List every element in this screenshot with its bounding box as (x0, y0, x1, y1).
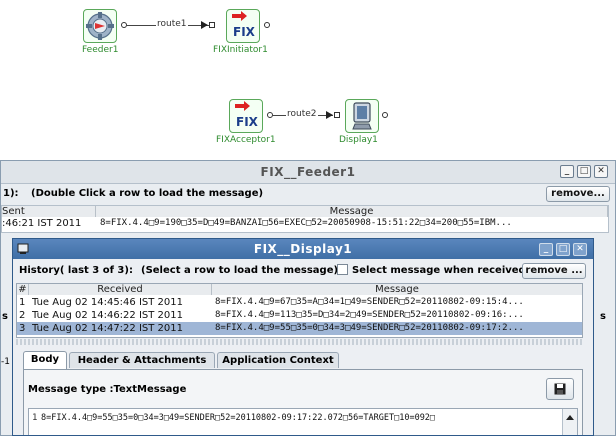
left-fragment-1: s (2, 311, 8, 322)
feeder-table: Sent Message :46:21 IST 2011 8=FIX.4.4□9… (1, 205, 609, 233)
tab-bar: Body Header & Attachments Application Co… (23, 349, 583, 370)
tab-body[interactable]: Body (23, 351, 67, 369)
fix-text: FIX (233, 25, 256, 39)
feeder-row-message[interactable]: 8=FIX.4.4□9=190□35=D□49=BANZAI□56=EXEC□5… (100, 218, 608, 228)
feeder-close-button[interactable]: ✕ (594, 165, 608, 178)
row-received: Tue Aug 02 14:47:22 IST 2011 (32, 323, 183, 334)
row-message: 8=FIX.4.4□9=55□35=0□34=3□49=SENDER□52=20… (215, 323, 524, 333)
line-number: 1 (32, 413, 38, 423)
tab-header-attachments[interactable]: Header & Attachments (69, 352, 215, 368)
table-row-selected[interactable]: 3 Tue Aug 02 14:47:22 IST 2011 8=FIX.4.4… (17, 322, 582, 335)
feeder-history-label: 1): (3, 188, 19, 199)
row-number: 3 (19, 323, 26, 334)
scroll-up-arrow-icon[interactable] (566, 415, 574, 420)
feeder1-node[interactable] (83, 9, 117, 43)
feeder-col-message[interactable]: Message (96, 206, 608, 217)
fix-icon: FIX (232, 11, 256, 39)
row-message: 8=FIX.4.4□9=113□35=D□34=2□49=SENDER□52=2… (215, 310, 524, 320)
display-minimize-button[interactable]: _ (539, 243, 553, 256)
row-message: 8=FIX.4.4□9=67□35=A□34=1□49=SENDER□52=20… (215, 297, 524, 307)
route1-label[interactable]: route1 (156, 19, 188, 29)
message-type-label: Message type :TextMessage (28, 384, 187, 395)
fixinitiator1-label: FIXInitiator1 (213, 45, 268, 55)
body-panel: Message type :TextMessage 1 8=FIX.4.4□9=… (23, 370, 583, 435)
left-fragment-2: -1 (1, 357, 10, 367)
tab-application-context[interactable]: Application Context (217, 352, 339, 368)
table-row[interactable]: 2 Tue Aug 02 14:46:22 IST 2011 8=FIX.4.4… (17, 309, 582, 322)
history-table: # Received Message 1 Tue Aug 02 14:45:46… (16, 283, 583, 338)
feeder-instruction: (Double Click a row to load the message) (31, 188, 264, 199)
col-number[interactable]: # (17, 284, 29, 295)
display-window-title: FIX__Display1 (253, 242, 353, 256)
feeder-toolbar: 1): (Double Click a row to load the mess… (1, 184, 615, 204)
feeder-col-sent[interactable]: Sent (2, 206, 96, 217)
route1-arrow (201, 21, 208, 29)
row-number: 2 (19, 310, 26, 321)
row-number: 1 (19, 297, 26, 308)
route2-arrow (326, 111, 333, 119)
display1-output-port[interactable] (382, 112, 388, 118)
row-received: Tue Aug 02 14:46:22 IST 2011 (32, 310, 183, 321)
display-instruction: (Select a row to load the message) (141, 265, 339, 276)
display-titlebar[interactable]: FIX__Display1 _ □ ✕ (13, 239, 593, 259)
fixinitiator1-node[interactable]: FIX (226, 9, 260, 43)
display-history-label: History( last 3 of 3): (19, 265, 133, 276)
fixinitiator1-input-port[interactable] (209, 22, 215, 28)
body-editor[interactable]: 1 8=FIX.4.4□9=55□35=0□34=3□49=SENDER□52=… (28, 408, 578, 435)
feeder-remove-button[interactable]: remove... (546, 186, 610, 202)
col-received[interactable]: Received (29, 284, 212, 295)
display-maximize-button[interactable]: □ (556, 243, 570, 256)
fixinitiator1-output-port[interactable] (264, 22, 270, 28)
editor-scrollbar[interactable] (562, 409, 577, 435)
save-button[interactable] (546, 378, 574, 400)
display1-node[interactable] (345, 99, 379, 133)
select-when-received-label[interactable]: Select message when received (352, 265, 526, 276)
fixacceptor1-label: FIXAcceptor1 (216, 135, 276, 145)
gear-icon (86, 12, 114, 40)
floppy-disk-icon (554, 383, 566, 395)
fix-text: FIX (236, 115, 259, 129)
display-close-button[interactable]: ✕ (573, 243, 587, 256)
display-toolbar: History( last 3 of 3): (Select a row to … (13, 260, 593, 282)
feeder1-label: Feeder1 (82, 45, 119, 55)
feeder-titlebar[interactable]: FIX__Feeder1 _ □ ✕ (1, 161, 615, 184)
feeder-row-received[interactable]: :46:21 IST 2011 (2, 218, 94, 229)
display-remove-button[interactable]: remove ... (522, 263, 586, 279)
monitor-icon (352, 102, 372, 130)
split-divider[interactable] (16, 339, 583, 345)
body-text[interactable]: 8=FIX.4.4□9=55□35=0□34=3□49=SENDER□52=20… (41, 413, 435, 423)
feeder-minimize-button[interactable]: _ (560, 165, 574, 178)
table-row[interactable]: 1 Tue Aug 02 14:45:46 IST 2011 8=FIX.4.4… (17, 296, 582, 309)
fixacceptor1-node[interactable]: FIX (229, 99, 263, 133)
display1-label: Display1 (339, 135, 378, 145)
display-window[interactable]: FIX__Display1 _ □ ✕ History( last 3 of 3… (12, 238, 594, 436)
fix-icon: FIX (235, 101, 259, 129)
feeder-window-title: FIX__Feeder1 (260, 165, 356, 179)
route2-label[interactable]: route2 (286, 109, 318, 119)
col-message[interactable]: Message (212, 284, 582, 295)
display1-input-port[interactable] (334, 112, 340, 118)
row-received: Tue Aug 02 14:45:46 IST 2011 (32, 297, 183, 308)
right-fragment: s (600, 311, 606, 322)
feeder-maximize-button[interactable]: □ (577, 165, 591, 178)
select-when-received-checkbox[interactable] (337, 264, 348, 275)
